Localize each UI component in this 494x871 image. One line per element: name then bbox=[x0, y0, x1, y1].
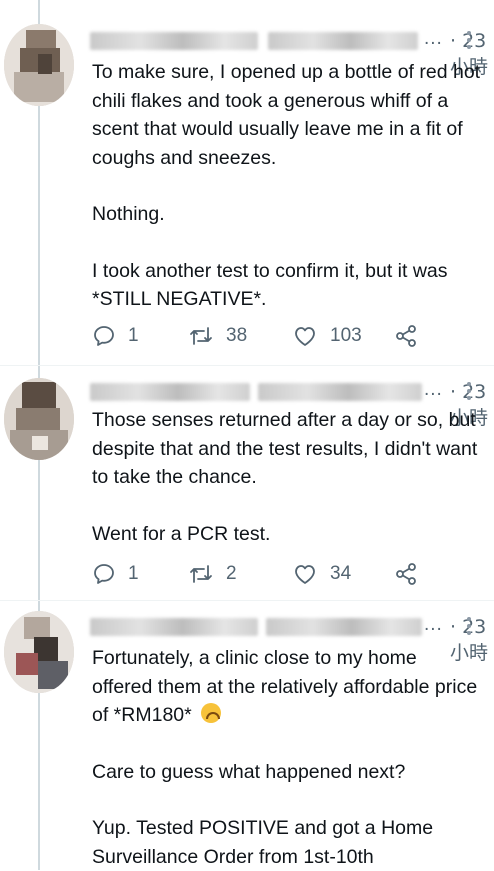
tweet-header: ... · 23 小時 bbox=[90, 28, 494, 78]
avatar[interactable] bbox=[4, 611, 74, 693]
share-icon bbox=[396, 325, 416, 347]
handle-ellipsis: ... bbox=[424, 614, 443, 635]
like-count: 34 bbox=[330, 563, 352, 584]
handle-blurred bbox=[258, 383, 422, 401]
retweet-button[interactable]: 2 bbox=[188, 560, 237, 588]
tweet-3[interactable]: ... · 23 小時 Fortunately, a clinic close … bbox=[0, 601, 494, 870]
reply-count: 1 bbox=[128, 563, 139, 584]
like-button[interactable]: 103 bbox=[292, 322, 362, 350]
tweet-paragraph: Those senses returned after a day or so,… bbox=[92, 409, 478, 488]
reply-count: 1 bbox=[128, 325, 139, 346]
reply-button[interactable]: 1 bbox=[92, 560, 139, 588]
tweet-paragraph: To make sure, I opened up a bottle of re… bbox=[92, 61, 481, 169]
avatar[interactable] bbox=[4, 378, 74, 460]
handle-ellipsis: ... bbox=[424, 28, 443, 49]
username-blurred bbox=[90, 618, 258, 636]
tweet-text: To make sure, I opened up a bottle of re… bbox=[92, 58, 482, 314]
username-blurred bbox=[90, 383, 250, 401]
retweet-button[interactable]: 38 bbox=[188, 322, 247, 350]
tweet-paragraph: Care to guess what happened next? bbox=[92, 760, 406, 783]
handle-blurred bbox=[266, 618, 422, 636]
like-count: 103 bbox=[330, 325, 362, 346]
handle-blurred bbox=[268, 32, 418, 50]
tweet-actions: 1 2 34 bbox=[92, 560, 494, 588]
reply-icon bbox=[94, 326, 114, 346]
more-icon[interactable] bbox=[466, 616, 472, 636]
upside-down-face-icon bbox=[201, 703, 222, 723]
more-icon[interactable] bbox=[466, 30, 472, 50]
more-icon[interactable] bbox=[466, 381, 472, 401]
tweet-paragraph-text: Fortunately, a clinic close to my home o… bbox=[92, 647, 478, 726]
retweet-icon bbox=[190, 565, 212, 583]
reply-icon bbox=[94, 564, 114, 584]
tweet-paragraph: Fortunately, a clinic close to my home o… bbox=[92, 644, 482, 730]
retweet-icon bbox=[190, 327, 212, 345]
avatar[interactable] bbox=[4, 24, 74, 106]
tweet-header: ... · 23 小時 bbox=[90, 614, 494, 664]
tweet-text: Fortunately, a clinic close to my home o… bbox=[92, 644, 482, 871]
retweet-count: 2 bbox=[226, 563, 237, 584]
share-button[interactable] bbox=[394, 322, 418, 350]
tweet-2[interactable]: ... · 23 小時 Those senses returned after … bbox=[0, 366, 494, 600]
tweet-actions: 1 38 103 bbox=[92, 322, 494, 350]
tweet-paragraph: Went for a PCR test. bbox=[92, 522, 271, 545]
username-blurred bbox=[90, 32, 258, 50]
tweet-paragraph: Yup. Tested POSITIVE and got a Home Surv… bbox=[92, 817, 434, 868]
handle-ellipsis: ... bbox=[424, 379, 443, 400]
retweet-count: 38 bbox=[226, 325, 248, 346]
like-icon bbox=[295, 565, 315, 584]
tweet-1[interactable]: ... · 23 小時 To make sure, I opened up a … bbox=[0, 0, 494, 365]
reply-button[interactable]: 1 bbox=[92, 322, 139, 350]
like-icon bbox=[295, 327, 315, 346]
share-icon bbox=[396, 563, 416, 585]
tweet-paragraph: Nothing. bbox=[92, 203, 165, 225]
tweet-header: ... · 23 小時 bbox=[90, 379, 494, 429]
tweet-text: Those senses returned after a day or so,… bbox=[92, 406, 482, 548]
share-button[interactable] bbox=[394, 560, 418, 588]
like-button[interactable]: 34 bbox=[292, 560, 351, 588]
tweet-paragraph: I took another test to confirm it, but i… bbox=[92, 259, 448, 311]
